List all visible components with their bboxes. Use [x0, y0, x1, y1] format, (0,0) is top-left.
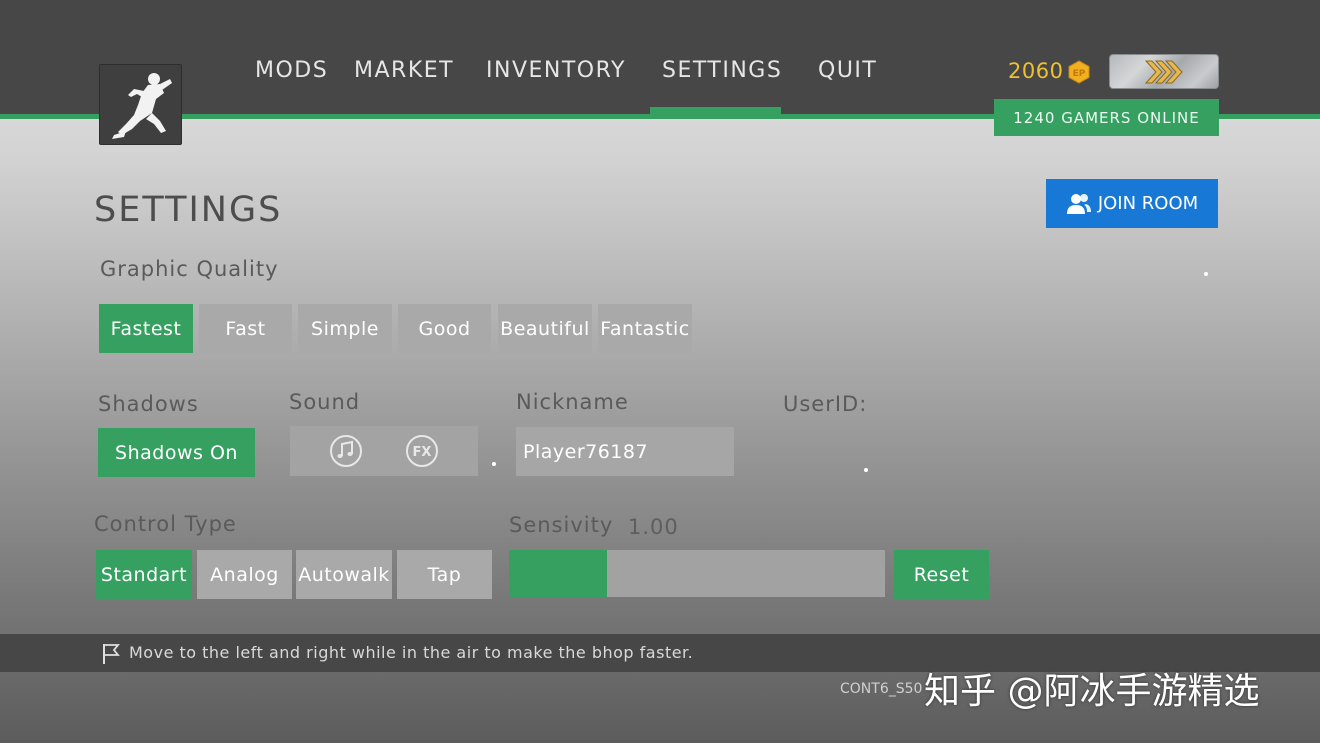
coin-symbol: EP — [1073, 69, 1086, 79]
fx-sound-icon[interactable]: FX — [405, 434, 439, 468]
quality-fast-button[interactable]: Fast — [199, 304, 292, 353]
join-room-button[interactable]: JOIN ROOM — [1046, 179, 1218, 228]
particle-dot — [864, 468, 868, 472]
rank-chevrons-icon — [1144, 60, 1183, 84]
nav-quit[interactable]: QUIT — [818, 58, 877, 88]
currency-amount: 2060 — [1008, 59, 1064, 83]
sound-controls — [290, 426, 478, 476]
graphic-quality-label: Graphic Quality — [100, 257, 279, 281]
jumping-player-icon — [112, 73, 172, 139]
nav-settings[interactable]: SETTINGS — [662, 58, 782, 88]
nav-active-indicator — [650, 107, 781, 114]
shadows-toggle-button[interactable]: Shadows On — [98, 428, 255, 477]
control-autowalk-button[interactable]: Autowalk — [296, 550, 392, 599]
quality-good-button[interactable]: Good — [398, 304, 491, 353]
nav-inventory[interactable]: INVENTORY — [486, 58, 626, 88]
control-type-label: Control Type — [94, 512, 237, 536]
quality-fantastic-button[interactable]: Fantastic — [598, 304, 692, 353]
music-note-icon[interactable] — [329, 434, 363, 468]
nav-market[interactable]: MARKET — [354, 58, 454, 88]
rank-badge[interactable] — [1109, 54, 1219, 89]
control-standart-button[interactable]: Standart — [96, 550, 192, 599]
quality-fastest-button[interactable]: Fastest — [99, 304, 193, 353]
online-count-badge: 1240 GAMERS ONLINE — [994, 99, 1219, 136]
tip-text: Move to the left and right while in the … — [129, 643, 694, 662]
sensitivity-slider-fill[interactable] — [509, 550, 607, 597]
shadows-label: Shadows — [98, 392, 199, 416]
version-text: CONT6_S50 — [840, 681, 923, 697]
nickname-label: Nickname — [516, 390, 629, 414]
ep-coin-icon: EP — [1068, 60, 1090, 84]
quality-beautiful-button[interactable]: Beautiful — [498, 304, 592, 353]
control-tap-button[interactable]: Tap — [397, 550, 492, 599]
page-title: SETTINGS — [94, 190, 283, 230]
sensitivity-label: Sensivity — [509, 513, 614, 537]
sensitivity-value: 1.00 — [628, 515, 679, 539]
join-room-label: JOIN ROOM — [1097, 193, 1199, 214]
users-icon — [1066, 193, 1091, 214]
fx-label: FX — [413, 445, 432, 460]
control-analog-button[interactable]: Analog — [197, 550, 292, 599]
sensitivity-slider[interactable] — [509, 550, 885, 597]
userid-label: UserID: — [783, 392, 868, 416]
sound-label: Sound — [289, 390, 361, 414]
game-logo[interactable] — [99, 64, 182, 145]
quality-simple-button[interactable]: Simple — [298, 304, 392, 353]
particle-dot — [492, 462, 496, 466]
reset-button[interactable]: Reset — [894, 550, 989, 599]
nav-mods[interactable]: MODS — [255, 58, 328, 88]
watermark: 知乎 @阿冰手游精选 — [924, 671, 1260, 712]
particle-dot — [1204, 272, 1208, 276]
flag-icon — [103, 644, 120, 664]
nickname-input[interactable] — [516, 427, 734, 476]
